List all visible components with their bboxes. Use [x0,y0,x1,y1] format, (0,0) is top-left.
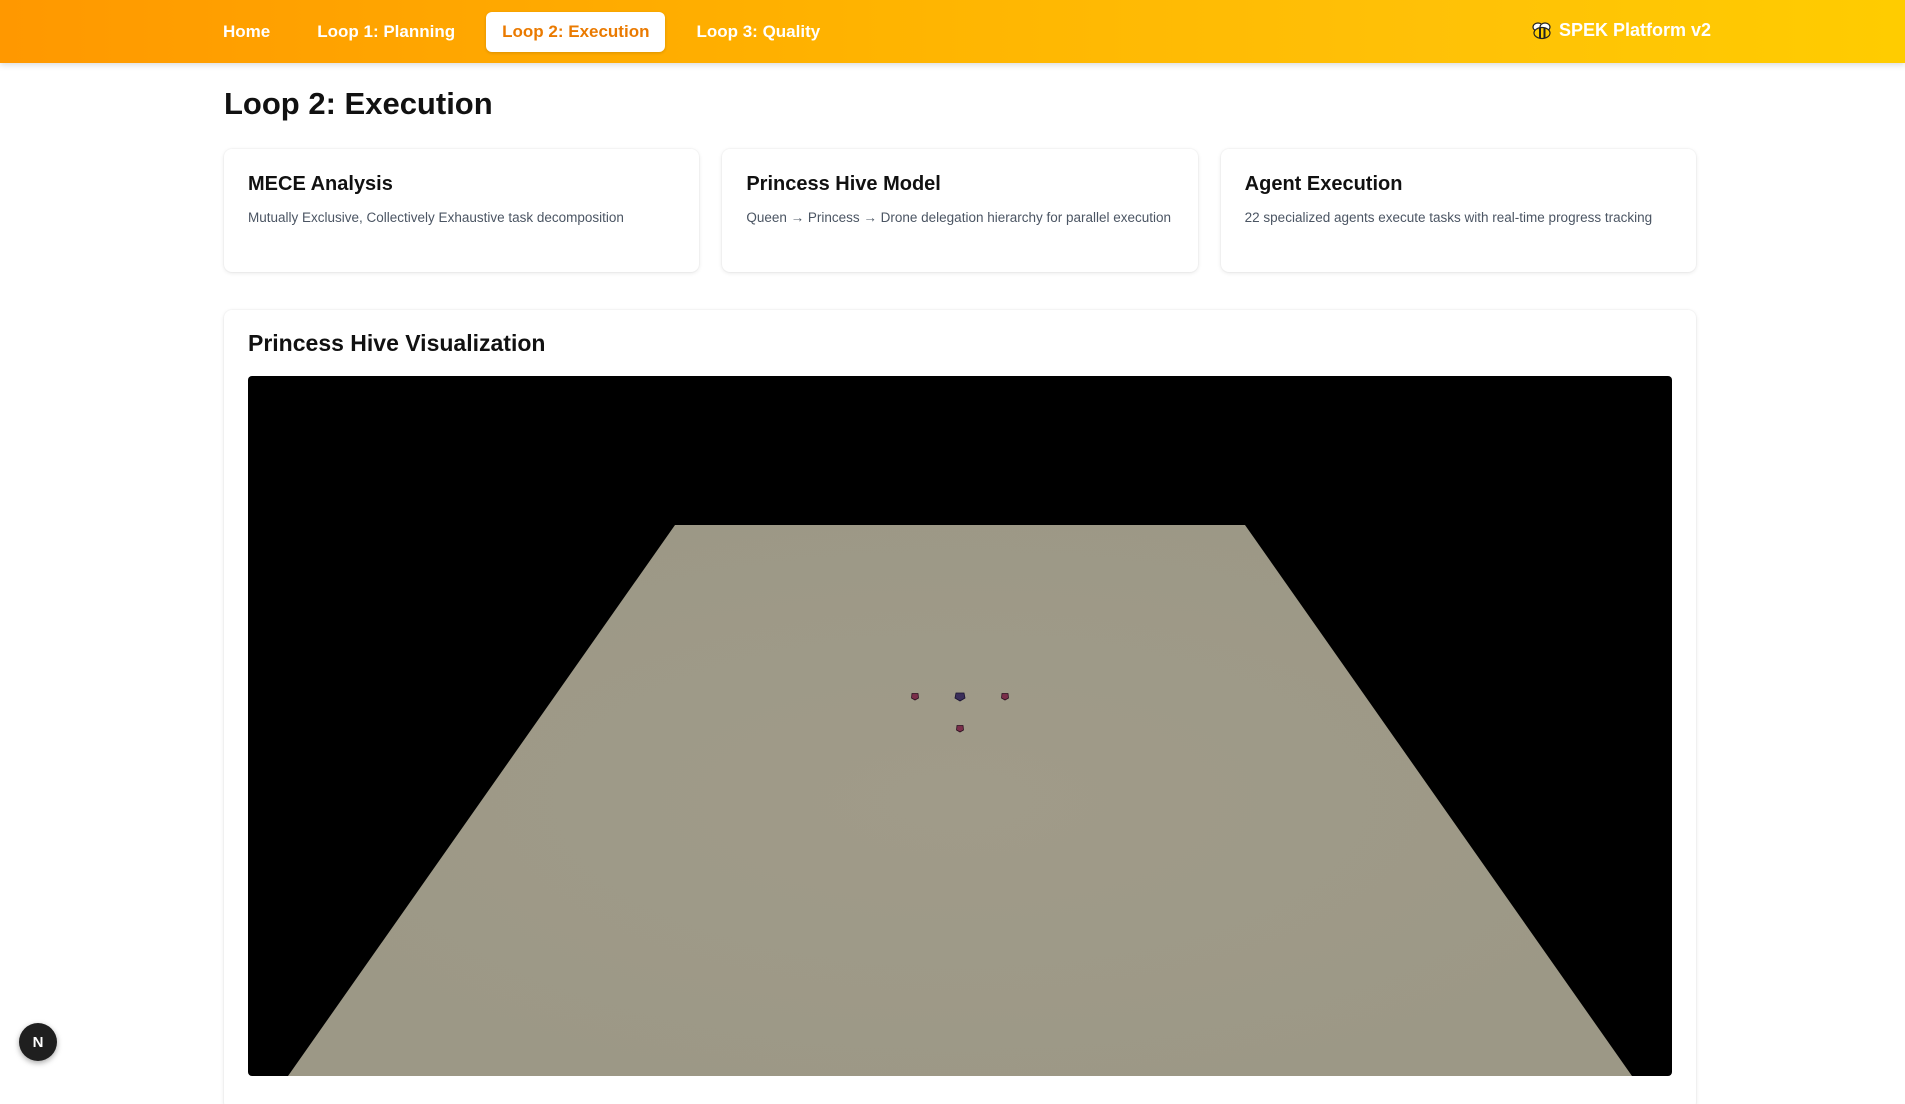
princess-node[interactable] [956,725,964,733]
card-description: 22 specialized agents execute tasks with… [1244,210,1653,225]
ground-plane [288,525,1632,1076]
hive-scene [288,525,1632,1076]
bee-icon [1531,21,1553,40]
nav-loop2-execution[interactable]: Loop 2: Execution [486,12,666,52]
princess-node[interactable] [1001,693,1009,701]
main-nav: Home Loop 1: Planning Loop 2: Execution … [207,12,851,52]
brand-label: SPEK Platform v2 [1558,20,1711,40]
princess-node[interactable] [911,693,919,701]
card-agent-execution: Agent Execution 22 specialized agents ex… [1220,149,1696,272]
visualization-title: Princess Hive Visualization [248,330,546,356]
nav-loop3-quality[interactable]: Loop 3: Quality [680,12,836,52]
brand[interactable]: SPEK Platform v2 [1531,20,1711,41]
nav-loop1-planning[interactable]: Loop 1: Planning [301,12,471,52]
card-description: Mutually Exclusive, Collectively Exhaust… [248,210,624,225]
dev-badge-label: N [32,1033,44,1051]
card-title: Princess Hive Model [746,173,941,195]
feature-cards: MECE Analysis Mutually Exclusive, Collec… [224,149,1696,272]
hive-3d-canvas[interactable] [248,376,1672,1076]
top-nav-bar: Home Loop 1: Planning Loop 2: Execution … [0,0,1905,63]
card-description: Queen → Princess → Drone delegation hier… [746,210,1172,225]
dev-tools-badge[interactable]: N [19,1023,57,1061]
card-princess-hive-model: Princess Hive Model Queen → Princess → D… [722,149,1198,272]
card-title: MECE Analysis [248,173,393,195]
visualization-panel: Princess Hive Visualization [224,310,1696,1104]
card-mece-analysis: MECE Analysis Mutually Exclusive, Collec… [224,149,700,272]
nav-home[interactable]: Home [207,12,286,52]
page-title: Loop 2: Execution [224,86,493,121]
card-title: Agent Execution [1244,173,1403,195]
